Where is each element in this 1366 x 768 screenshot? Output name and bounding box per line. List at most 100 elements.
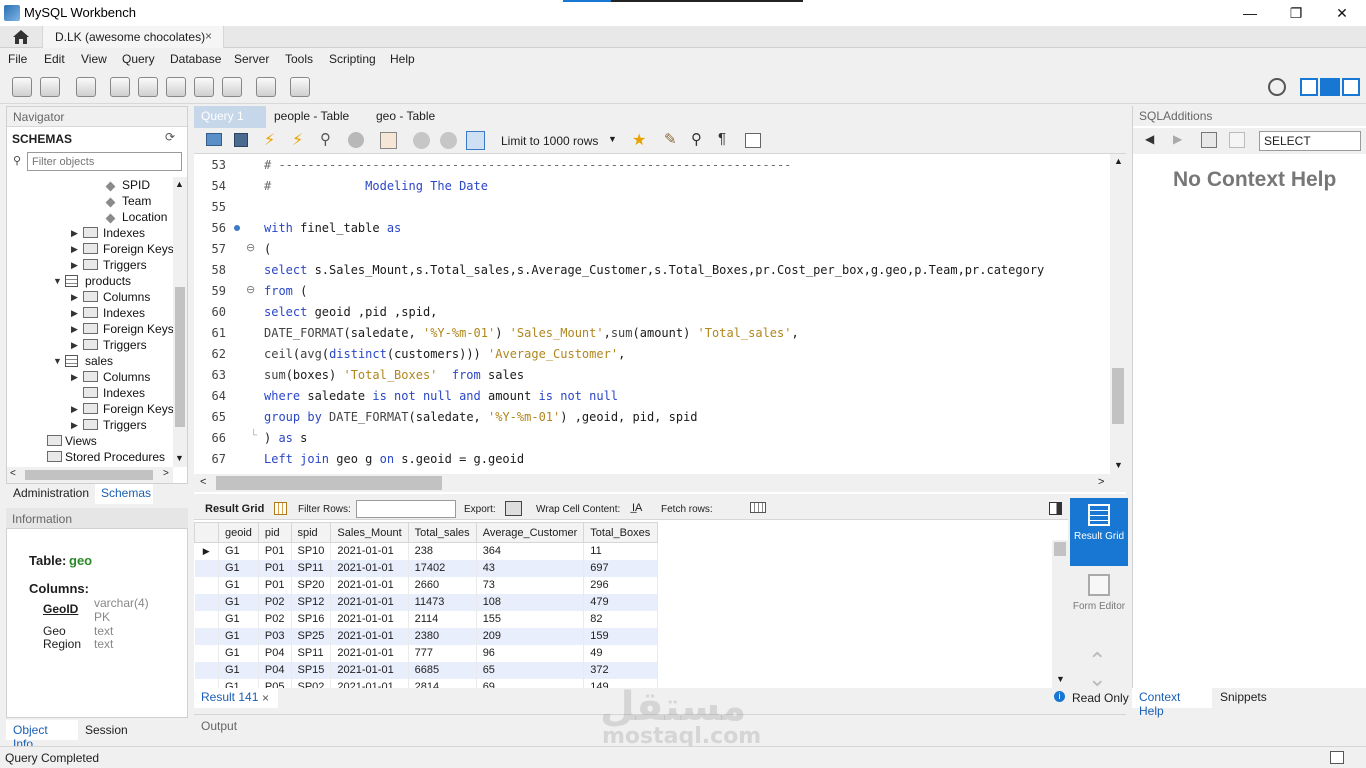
create-view-icon[interactable] bbox=[166, 77, 186, 97]
create-table-icon[interactable] bbox=[138, 77, 158, 97]
reconnect-icon[interactable] bbox=[290, 77, 310, 97]
row-selector[interactable] bbox=[194, 559, 219, 577]
table-cell[interactable]: 108 bbox=[476, 593, 585, 611]
toggle-error-icon[interactable] bbox=[380, 132, 397, 149]
scroll-right-icon[interactable]: > bbox=[1098, 476, 1104, 488]
close-button[interactable]: ✕ bbox=[1319, 0, 1365, 26]
table-cell[interactable]: SP11 bbox=[291, 559, 332, 577]
collapse-arrow-icon[interactable]: ▼ bbox=[53, 276, 62, 286]
tree-item-triggers[interactable]: Triggers bbox=[103, 338, 147, 352]
home-tab[interactable] bbox=[0, 26, 42, 48]
invisible-chars-icon[interactable]: ¶ bbox=[718, 130, 726, 147]
menu-scripting[interactable]: Scripting bbox=[329, 52, 376, 66]
tree-item-triggers[interactable]: Triggers bbox=[103, 418, 147, 432]
column-header[interactable]: Sales_Mount bbox=[330, 522, 409, 543]
expand-arrow-icon[interactable]: ▶ bbox=[71, 420, 78, 431]
more-chevron-icon[interactable]: ⌄ bbox=[1088, 666, 1106, 692]
table-cell[interactable]: 65 bbox=[476, 661, 585, 679]
table-cell[interactable]: P04 bbox=[258, 644, 292, 662]
table-row[interactable]: G1 P04 SP15 2021-01-01 6685 65 372 bbox=[194, 661, 659, 679]
save-icon[interactable] bbox=[234, 133, 248, 147]
maximize-button[interactable]: ❐ bbox=[1273, 0, 1319, 26]
table-cell[interactable]: 2660 bbox=[408, 576, 477, 594]
row-selector[interactable] bbox=[194, 627, 219, 645]
table-cell[interactable]: P02 bbox=[258, 610, 292, 628]
new-sql-tab-icon[interactable] bbox=[12, 77, 32, 97]
table-cell[interactable]: 364 bbox=[476, 542, 585, 560]
table-cell[interactable]: 2380 bbox=[408, 627, 477, 645]
table-cell[interactable]: 2021-01-01 bbox=[330, 542, 409, 560]
table-cell[interactable]: 2021-01-01 bbox=[330, 559, 409, 577]
export-icon[interactable] bbox=[505, 501, 522, 516]
expand-arrow-icon[interactable]: ▶ bbox=[71, 372, 78, 383]
tab-context-help[interactable]: Context Help bbox=[1132, 688, 1212, 718]
table-cell[interactable]: 372 bbox=[583, 661, 659, 679]
grid-scroll-thumb[interactable] bbox=[1054, 542, 1066, 556]
column-header[interactable]: geoid bbox=[218, 522, 259, 543]
tree-item-indexes[interactable]: Indexes bbox=[103, 306, 145, 320]
tree-item-foreign-keys[interactable]: Foreign Keys bbox=[103, 322, 174, 336]
table-cell[interactable]: SP15 bbox=[291, 661, 332, 679]
menu-help[interactable]: Help bbox=[390, 52, 415, 66]
table-cell[interactable]: 777 bbox=[408, 644, 477, 662]
table-cell[interactable]: SP11 bbox=[291, 644, 332, 662]
expand-arrow-icon[interactable]: ▶ bbox=[71, 292, 78, 303]
tree-item-products[interactable]: products bbox=[85, 274, 131, 288]
table-cell[interactable]: 2021-01-01 bbox=[330, 627, 409, 645]
grid-vertical-scrollbar[interactable] bbox=[1052, 540, 1068, 688]
tree-item-foreign-keys[interactable]: Foreign Keys bbox=[103, 402, 174, 416]
table-cell[interactable]: 82 bbox=[583, 610, 659, 628]
navigator-scroll-thumb[interactable] bbox=[175, 287, 185, 427]
table-cell[interactable]: 6685 bbox=[408, 661, 477, 679]
open-sql-script-icon[interactable] bbox=[40, 77, 60, 97]
tree-item-indexes[interactable]: Indexes bbox=[103, 386, 145, 400]
result-grid-button[interactable]: Result Grid bbox=[1070, 498, 1128, 566]
tree-item-team[interactable]: Team bbox=[122, 194, 151, 208]
tab-snippets[interactable]: Snippets bbox=[1220, 690, 1267, 704]
table-cell[interactable]: P04 bbox=[258, 661, 292, 679]
table-row[interactable]: G1 P02 SP12 2021-01-01 11473 108 479 bbox=[194, 593, 659, 611]
auto-help-icon[interactable] bbox=[1201, 132, 1217, 148]
tree-item-columns[interactable]: Columns bbox=[103, 290, 150, 304]
table-row[interactable]: G1 P03 SP25 2021-01-01 2380 209 159 bbox=[194, 627, 659, 645]
filter-objects-input[interactable] bbox=[27, 152, 182, 171]
autocommit-icon[interactable] bbox=[466, 131, 485, 150]
toggle-panel-icon[interactable] bbox=[1049, 502, 1062, 515]
row-selector[interactable] bbox=[194, 593, 219, 611]
table-cell[interactable]: 155 bbox=[476, 610, 585, 628]
wrap-lines-icon[interactable] bbox=[745, 133, 761, 148]
connection-tab-close-icon[interactable]: × bbox=[205, 29, 212, 43]
table-cell[interactable]: P02 bbox=[258, 593, 292, 611]
gear-icon[interactable] bbox=[1268, 78, 1286, 96]
table-cell[interactable]: SP20 bbox=[291, 576, 332, 594]
column-header[interactable]: Total_Boxes bbox=[583, 522, 659, 543]
table-cell[interactable]: 2021-01-01 bbox=[330, 576, 409, 594]
expand-arrow-icon[interactable]: ▶ bbox=[71, 228, 78, 239]
toggle-secondary-sidebar-icon[interactable] bbox=[1342, 78, 1360, 96]
menu-tools[interactable]: Tools bbox=[285, 52, 313, 66]
table-cell[interactable]: 2021-01-01 bbox=[330, 593, 409, 611]
editor-hscroll-thumb[interactable] bbox=[216, 476, 442, 490]
result-grid-label[interactable]: Result Grid bbox=[205, 503, 264, 515]
table-cell[interactable]: G1 bbox=[218, 559, 259, 577]
tab-geo-table[interactable]: geo - Table bbox=[376, 109, 435, 123]
table-cell[interactable]: P01 bbox=[258, 559, 292, 577]
table-cell[interactable]: G1 bbox=[218, 661, 259, 679]
column-header[interactable]: pid bbox=[257, 522, 292, 543]
tree-item-indexes[interactable]: Indexes bbox=[103, 226, 145, 240]
forward-icon[interactable]: ▶ bbox=[1173, 132, 1182, 146]
table-cell[interactable]: 2114 bbox=[408, 610, 477, 628]
toggle-output-icon[interactable] bbox=[1320, 78, 1340, 96]
execute-current-icon[interactable]: ⚡ bbox=[292, 130, 303, 150]
table-cell[interactable]: G1 bbox=[218, 627, 259, 645]
chevron-down-icon[interactable]: ▼ bbox=[608, 134, 617, 144]
menu-edit[interactable]: Edit bbox=[44, 52, 65, 66]
column-header[interactable]: spid bbox=[290, 522, 332, 543]
scroll-left-icon[interactable]: < bbox=[10, 468, 16, 479]
expand-arrow-icon[interactable]: ▶ bbox=[71, 308, 78, 319]
table-cell[interactable]: 96 bbox=[476, 644, 585, 662]
explain-icon[interactable]: ⚲ bbox=[320, 130, 331, 148]
tree-item-columns[interactable]: Columns bbox=[103, 370, 150, 384]
status-panel-icon[interactable] bbox=[1330, 751, 1344, 764]
sql-editor[interactable]: 53 54 55 56 57 58 59 60 61 62 63 64 65 6… bbox=[194, 154, 1126, 494]
